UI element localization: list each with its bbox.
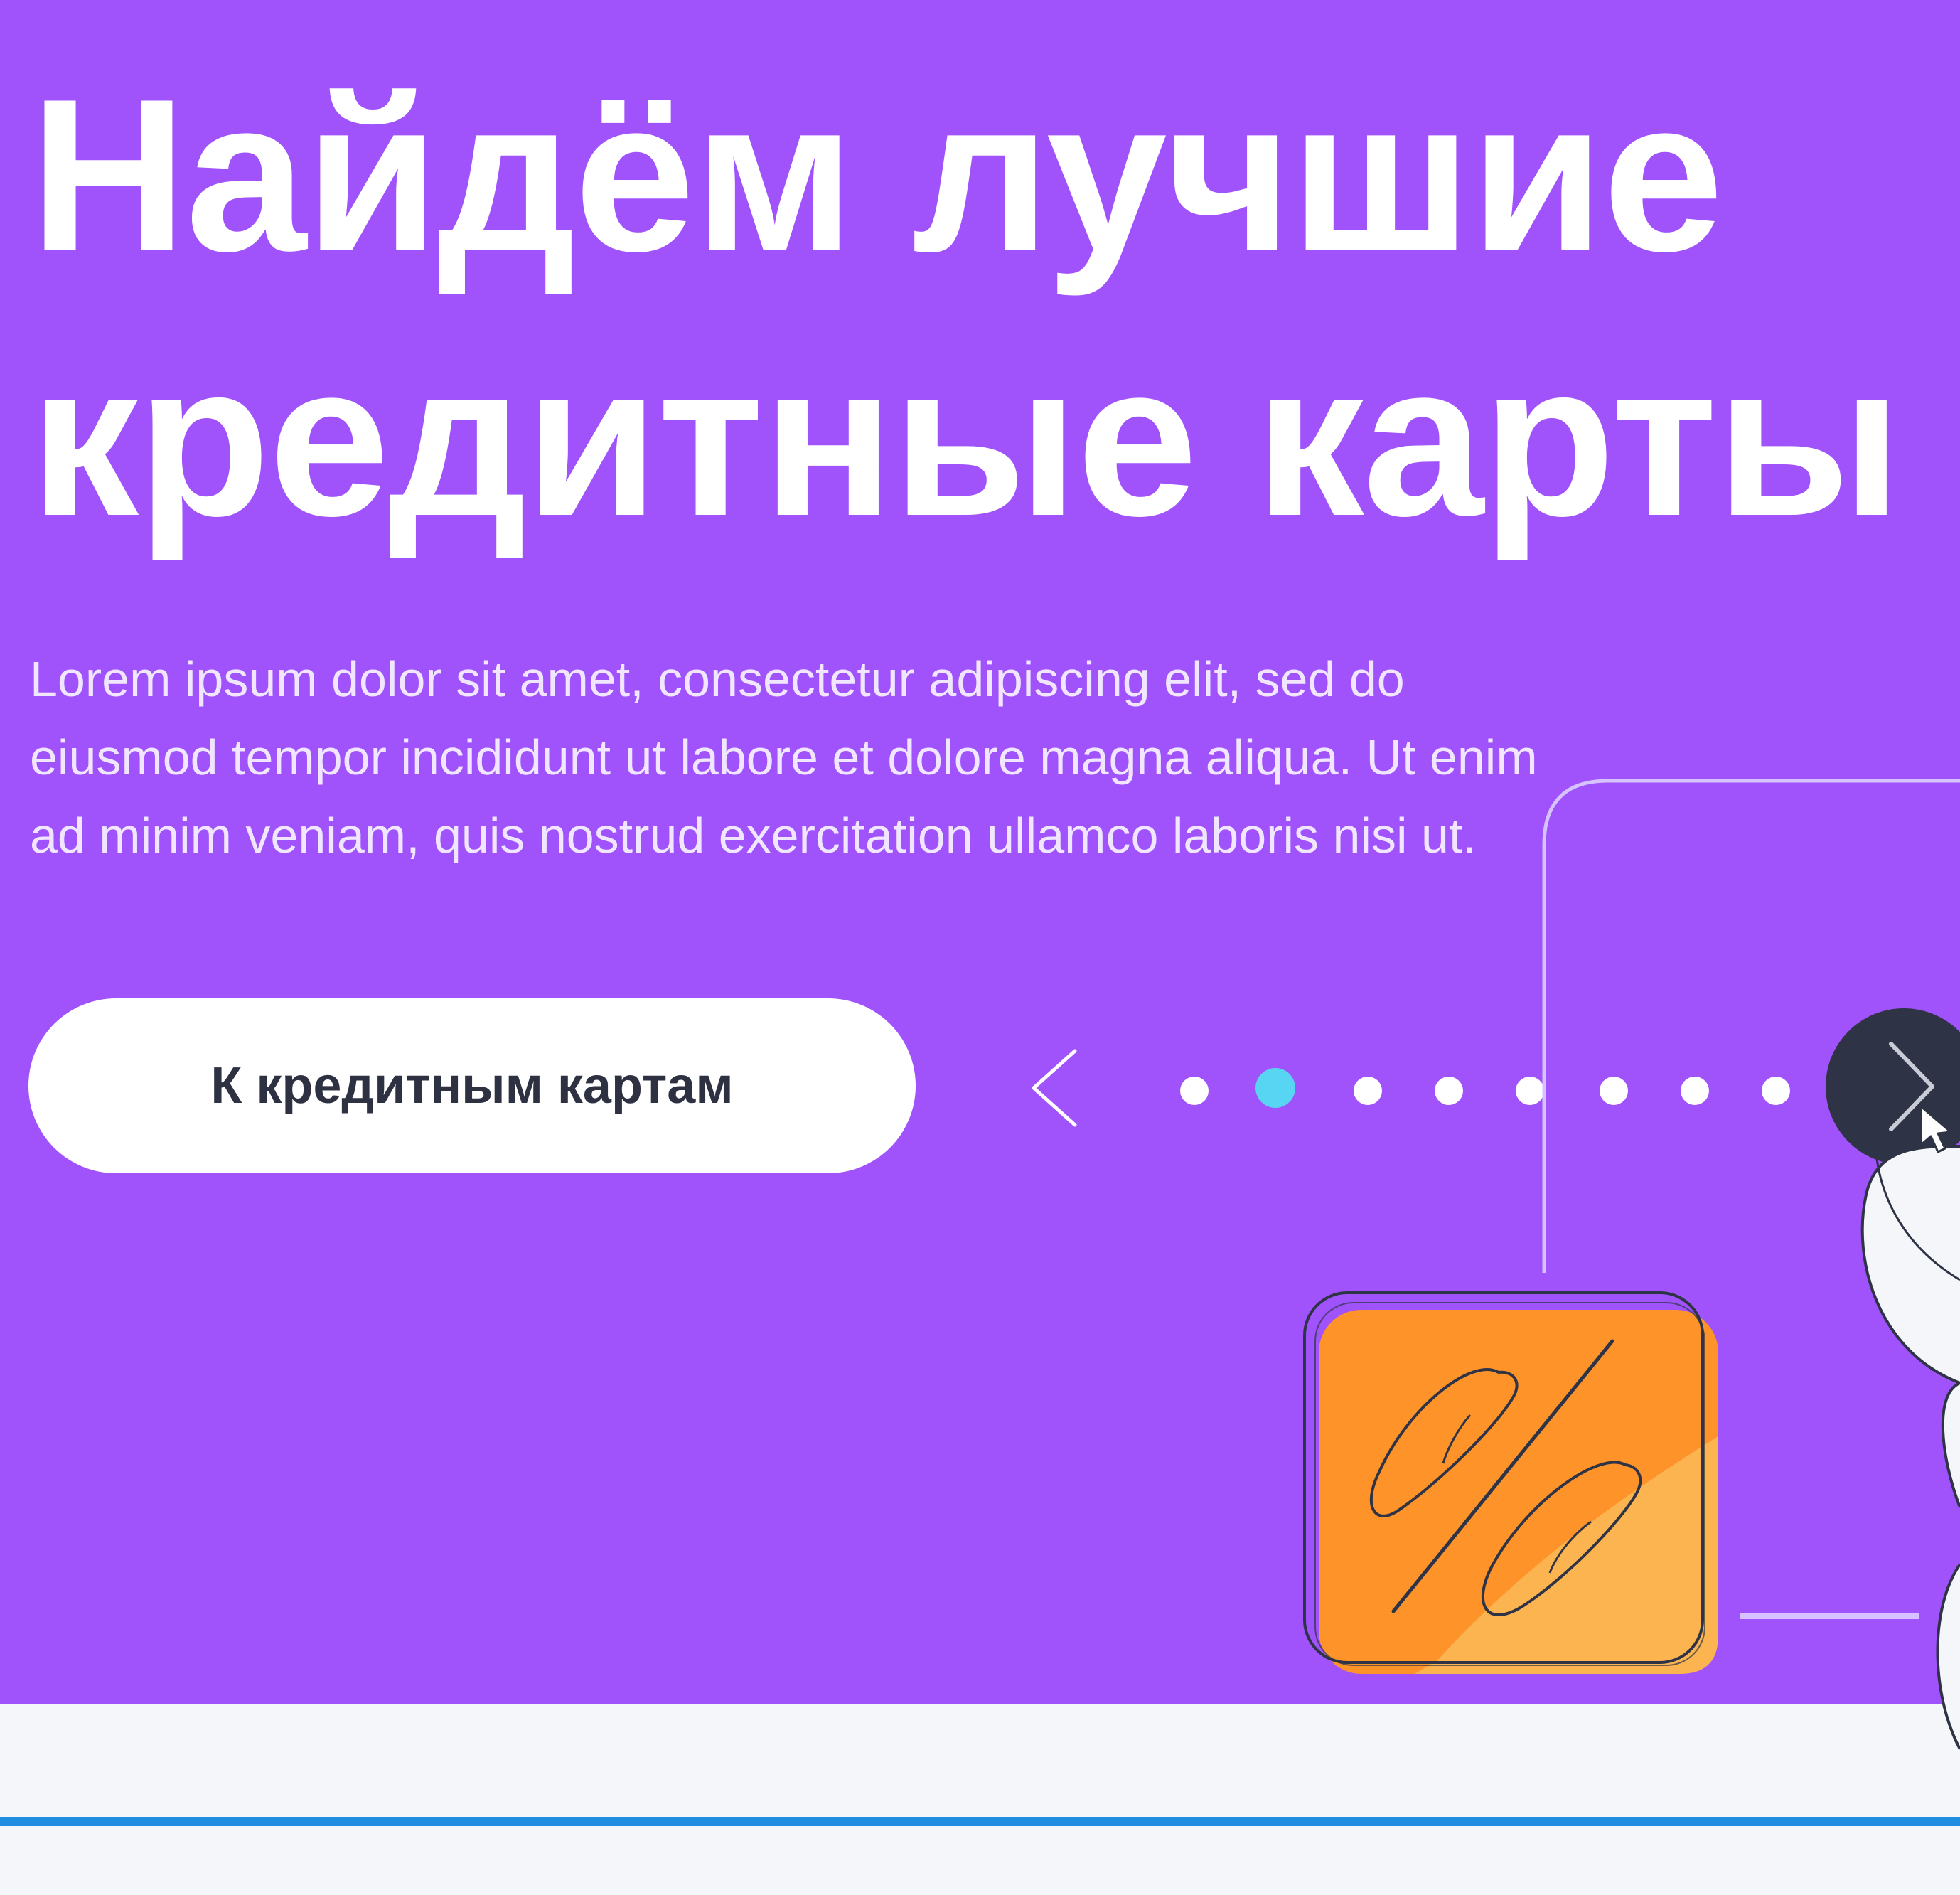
accent-divider <box>0 1817 1960 1826</box>
page: Найдём лучшие кредитные карты Lorem ipsu… <box>0 0 1960 1895</box>
slider-dot-2[interactable] <box>1255 1068 1295 1108</box>
hero-description: Lorem ipsum dolor sit amet, consectetur … <box>30 640 1779 875</box>
content-section <box>0 1704 1960 1895</box>
slider-dot-6[interactable] <box>1600 1077 1628 1105</box>
hero-description-line-3: ad minim veniam, quis nostrud exercitati… <box>30 808 1477 863</box>
hero-banner: Найдём лучшие кредитные карты Lorem ipsu… <box>0 0 1960 1704</box>
slider-next-button[interactable] <box>1826 1008 1960 1165</box>
hero-title-line-2: кредитные карты <box>30 318 1902 561</box>
slider-dot-5[interactable] <box>1516 1077 1544 1105</box>
hero-description-line-2: eiusmod tempor incididunt ut labore et d… <box>30 730 1538 785</box>
slider-prev-button[interactable] <box>1024 1045 1088 1131</box>
slider-dot-1[interactable] <box>1180 1077 1209 1105</box>
slider-dot-8[interactable] <box>1762 1077 1790 1105</box>
slider-dot-4[interactable] <box>1435 1077 1463 1105</box>
credit-cards-button[interactable]: К кредитным картам <box>28 998 916 1173</box>
slider-dot-3[interactable] <box>1354 1077 1382 1105</box>
slider-dot-7[interactable] <box>1681 1077 1709 1105</box>
chevron-right-icon <box>1889 1042 1934 1131</box>
hero-title-line-1: Найдём лучшие <box>30 53 1724 297</box>
hero-description-line-1: Lorem ipsum dolor sit amet, consectetur … <box>30 651 1405 707</box>
hero-title: Найдём лучшие кредитные карты <box>30 43 1960 572</box>
chevron-left-icon <box>1032 1049 1077 1127</box>
